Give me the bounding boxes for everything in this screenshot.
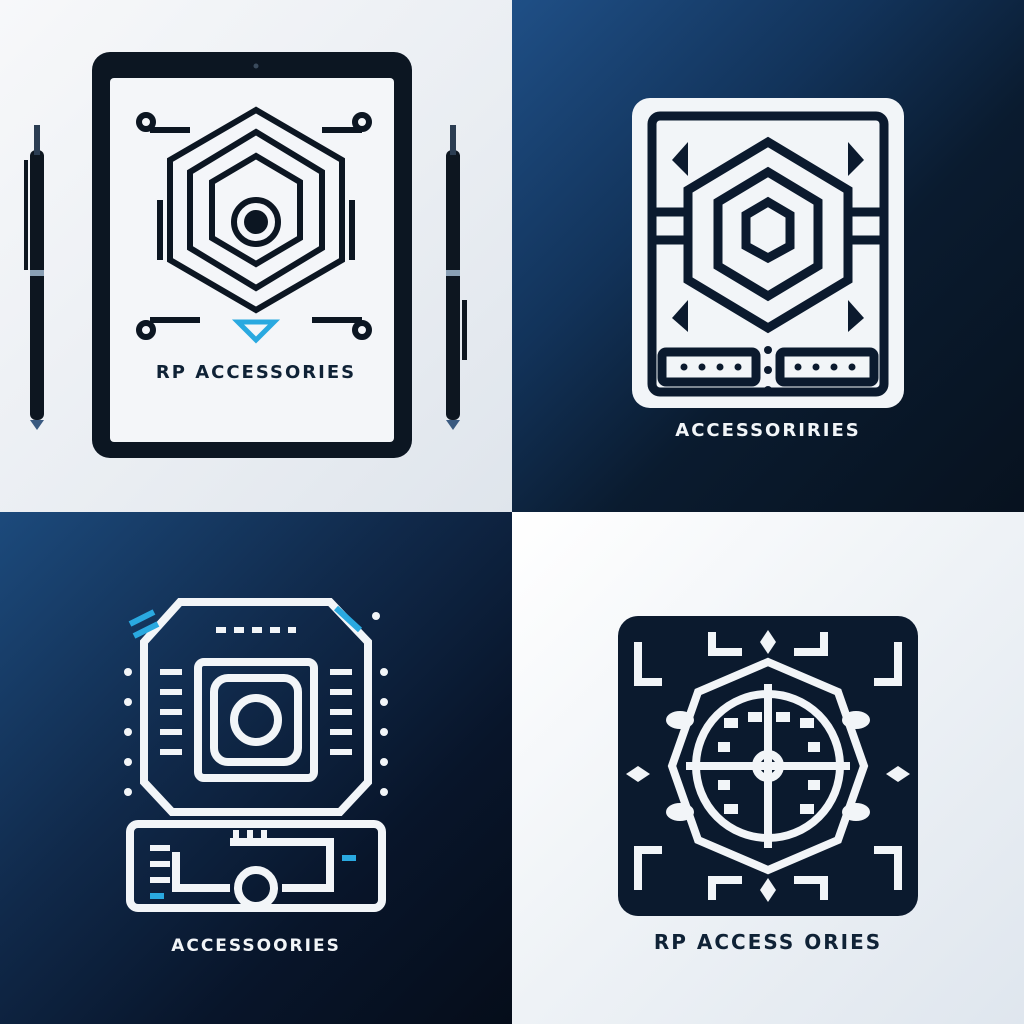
panel-hexagon-logo: ACCESSORIRIES <box>512 0 1024 512</box>
tablet-mockup-icon <box>24 52 467 458</box>
pen-icon <box>24 125 44 430</box>
panel-tablet-logo: RP ACCESSORIES <box>0 0 512 512</box>
panel-compass-logo: RP ACCESS ORIES <box>512 512 1024 1024</box>
logo-grid: RP ACCESSORIES ACCESSORIRIES ACCESSOORIE… <box>0 0 1024 1024</box>
logo-caption: ACCESSOORIES <box>171 936 341 956</box>
logo-caption: ACCESSORIRIES <box>675 420 861 441</box>
pen-icon <box>446 125 467 430</box>
logo-caption: RP ACCESSORIES <box>155 362 357 383</box>
panel-chip-logo: ACCESSOORIES <box>0 512 512 1024</box>
logo-caption: RP ACCESS ORIES <box>653 930 883 954</box>
